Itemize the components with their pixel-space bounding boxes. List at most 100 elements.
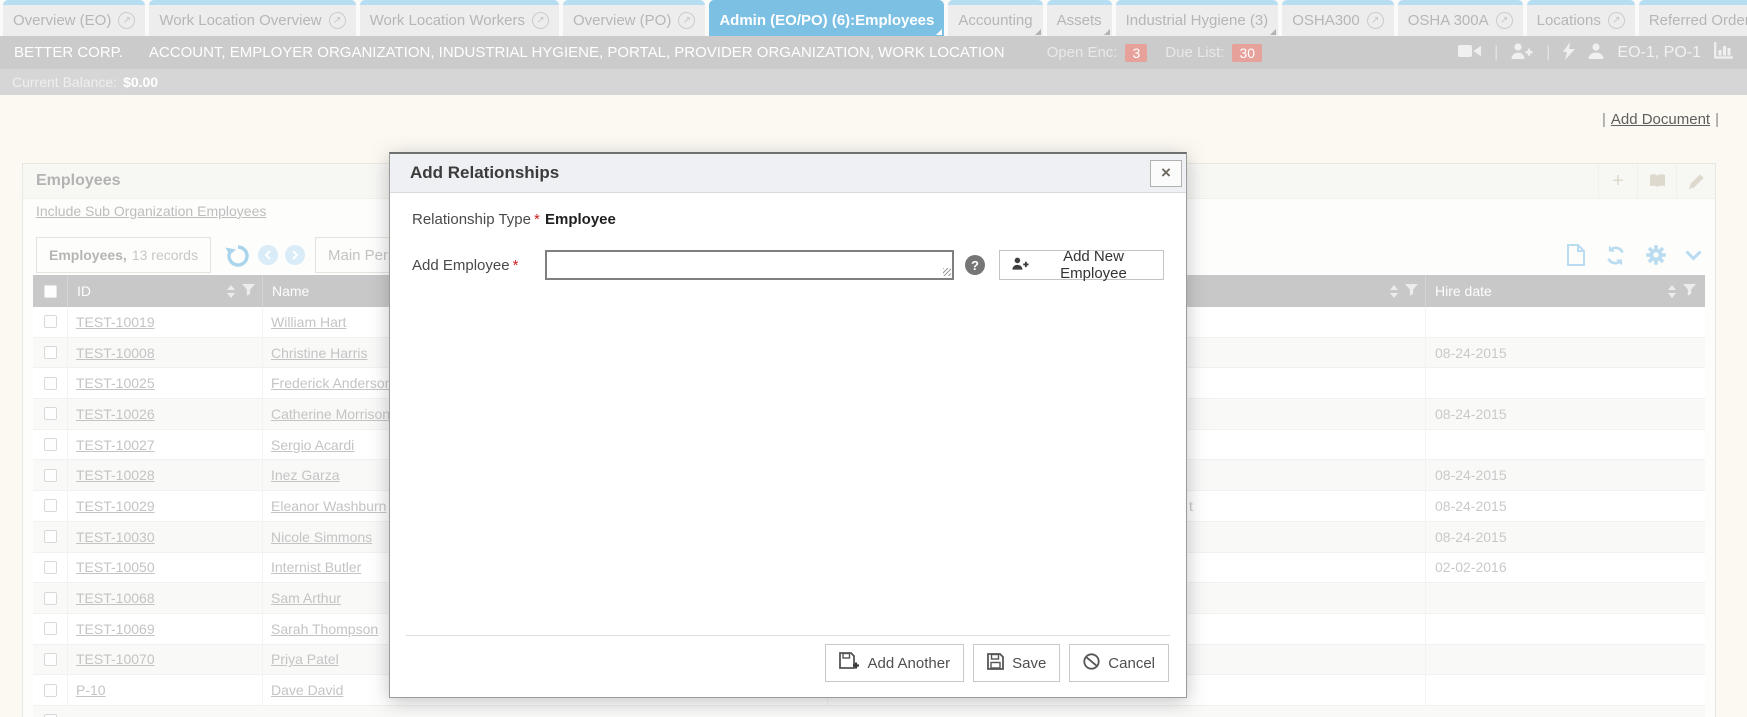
open-enc-label: Open Enc: xyxy=(1047,44,1118,61)
include-sub-org-link[interactable]: Include Sub Organization Employees xyxy=(36,203,266,219)
hire-date-cell: 08-24-2015 xyxy=(1425,522,1703,552)
tab-referred-orders[interactable]: Referred Orders↗ xyxy=(1639,0,1747,36)
row-checkbox[interactable] xyxy=(44,561,57,574)
employee-name-link[interactable]: Christine Harris xyxy=(271,345,367,361)
employee-name-link[interactable]: Dave David xyxy=(271,682,343,698)
employee-name-link[interactable]: William Hart xyxy=(271,314,346,330)
add-icon[interactable]: + xyxy=(1598,164,1637,198)
employee-id-link[interactable]: TEST-10008 xyxy=(76,345,155,361)
tab-work-location-workers[interactable]: Work Location Workers↗ xyxy=(360,0,559,36)
tab-overview-po[interactable]: Overview (PO)↗ xyxy=(563,0,705,36)
row-checkbox[interactable] xyxy=(44,592,57,605)
filter-icon[interactable] xyxy=(1683,283,1696,299)
chevron-down-icon[interactable] xyxy=(1685,250,1702,261)
row-checkbox[interactable] xyxy=(44,377,57,390)
add-document-link[interactable]: Add Document xyxy=(1611,111,1710,128)
employee-name-link[interactable]: Sam Arthur xyxy=(271,590,341,606)
resize-grip-icon[interactable] xyxy=(943,268,951,276)
employee-name-link[interactable]: Inez Garza xyxy=(271,467,339,483)
gear-icon[interactable] xyxy=(1646,245,1666,265)
pipe: | xyxy=(1715,111,1719,128)
add-new-employee-button[interactable]: Add New Employee xyxy=(999,250,1164,280)
bar-chart-icon[interactable] xyxy=(1714,42,1733,63)
id-cell: TEST-10069 xyxy=(67,614,262,644)
tab-admin-eo-po-6-employees[interactable]: Admin (EO/PO) (6):Employees xyxy=(709,0,944,36)
due-list-badge[interactable]: 30 xyxy=(1232,44,1262,62)
tab-industrial-hygiene-3[interactable]: Industrial Hygiene (3) xyxy=(1116,0,1279,36)
row-checkbox[interactable] xyxy=(44,653,57,666)
person-add-icon[interactable] xyxy=(1511,43,1533,63)
separator: | xyxy=(1546,44,1550,62)
sort-icon[interactable] xyxy=(1390,285,1398,298)
column-header-hire-date[interactable]: Hire date xyxy=(1425,275,1703,307)
tab-work-location-overview[interactable]: Work Location Overview↗ xyxy=(149,0,355,36)
open-in-new-icon: ↗ xyxy=(678,12,695,29)
employee-id-link[interactable]: TEST-10070 xyxy=(76,651,155,667)
row-checkbox[interactable] xyxy=(44,530,57,543)
video-camera-icon[interactable] xyxy=(1458,44,1481,62)
employee-name-link[interactable]: Priya Patel xyxy=(271,651,339,667)
add-another-button[interactable]: Add Another xyxy=(825,644,965,682)
pipe: | xyxy=(1602,111,1606,128)
add-employee-input[interactable] xyxy=(545,250,954,280)
save-button[interactable]: Save xyxy=(973,644,1060,682)
employee-id-link[interactable]: TEST-10029 xyxy=(76,498,155,514)
row-checkbox[interactable] xyxy=(44,346,57,359)
filter-icon[interactable] xyxy=(242,283,255,299)
edit-pencil-icon[interactable] xyxy=(1676,164,1715,198)
row-checkbox[interactable] xyxy=(44,315,57,328)
sync-refresh-icon[interactable] xyxy=(1604,245,1627,266)
book-icon[interactable] xyxy=(1637,164,1676,198)
filter-icon[interactable] xyxy=(1405,283,1418,299)
row-checkbox[interactable] xyxy=(44,684,57,697)
tab-accounting[interactable]: Accounting xyxy=(948,0,1042,36)
employee-name-link[interactable]: Nicole Simmons xyxy=(271,529,372,545)
employee-id-link[interactable]: TEST-10025 xyxy=(76,375,155,391)
employee-id-link[interactable]: TEST-10068 xyxy=(76,590,155,606)
employee-id-link[interactable]: TEST-10030 xyxy=(76,529,155,545)
employee-name-link[interactable]: Sergio Acardi xyxy=(271,437,354,453)
employee-id-link[interactable]: P-10 xyxy=(76,682,106,698)
help-icon[interactable]: ? xyxy=(965,255,985,275)
employee-id-link[interactable]: TEST-10069 xyxy=(76,621,155,637)
id-cell: TEST-10029 xyxy=(67,491,262,521)
next-page-icon[interactable] xyxy=(285,245,305,265)
tab-locations[interactable]: Locations↗ xyxy=(1527,0,1635,36)
row-checkbox[interactable] xyxy=(44,499,57,512)
row-checkbox[interactable] xyxy=(44,469,57,482)
tab-osha-300a[interactable]: OSHA 300A↗ xyxy=(1398,0,1523,36)
id-cell: TEST-10028 xyxy=(67,460,262,490)
person-icon[interactable] xyxy=(1588,43,1604,63)
employee-name-link[interactable]: Catherine Morrison xyxy=(271,406,390,422)
select-all-checkbox[interactable] xyxy=(44,285,57,298)
tab-label: Industrial Hygiene (3) xyxy=(1126,12,1269,29)
tab-osha300[interactable]: OSHA300↗ xyxy=(1282,0,1394,36)
new-file-icon[interactable] xyxy=(1567,244,1585,266)
row-checkbox[interactable] xyxy=(44,438,57,451)
employee-name-link[interactable]: Frederick Anderson xyxy=(271,375,392,391)
employee-id-link[interactable]: TEST-10026 xyxy=(76,406,155,422)
prev-page-icon[interactable] xyxy=(258,245,278,265)
sort-icon[interactable] xyxy=(227,285,235,298)
column-header-id[interactable]: ID xyxy=(67,275,262,307)
tab-overview-eo[interactable]: Overview (EO)↗ xyxy=(3,0,145,36)
close-icon[interactable]: × xyxy=(1150,160,1182,187)
employee-id-link[interactable]: TEST-10019 xyxy=(76,314,155,330)
open-enc-badge[interactable]: 3 xyxy=(1125,44,1147,62)
undo-refresh-icon[interactable] xyxy=(225,243,251,267)
employee-name-link[interactable]: Eleanor Washburn xyxy=(271,498,386,514)
employee-name-link[interactable]: Internist Butler xyxy=(271,559,361,575)
hire-date-cell: 08-24-2015 xyxy=(1425,491,1703,521)
employee-name-link[interactable]: Sarah Thompson xyxy=(271,621,378,637)
row-checkbox[interactable] xyxy=(44,622,57,635)
cancel-button[interactable]: Cancel xyxy=(1069,644,1169,682)
open-in-new-icon: ↗ xyxy=(1608,12,1625,29)
sort-icon[interactable] xyxy=(1668,285,1676,298)
employee-id-link[interactable]: TEST-10027 xyxy=(76,437,155,453)
tab-assets[interactable]: Assets xyxy=(1047,0,1112,36)
row-checkbox[interactable] xyxy=(44,407,57,420)
id-cell: TEST-10026 xyxy=(67,399,262,429)
employee-id-link[interactable]: TEST-10050 xyxy=(76,559,155,575)
employee-id-link[interactable]: TEST-10028 xyxy=(76,467,155,483)
lightning-bolt-icon[interactable] xyxy=(1563,42,1575,64)
